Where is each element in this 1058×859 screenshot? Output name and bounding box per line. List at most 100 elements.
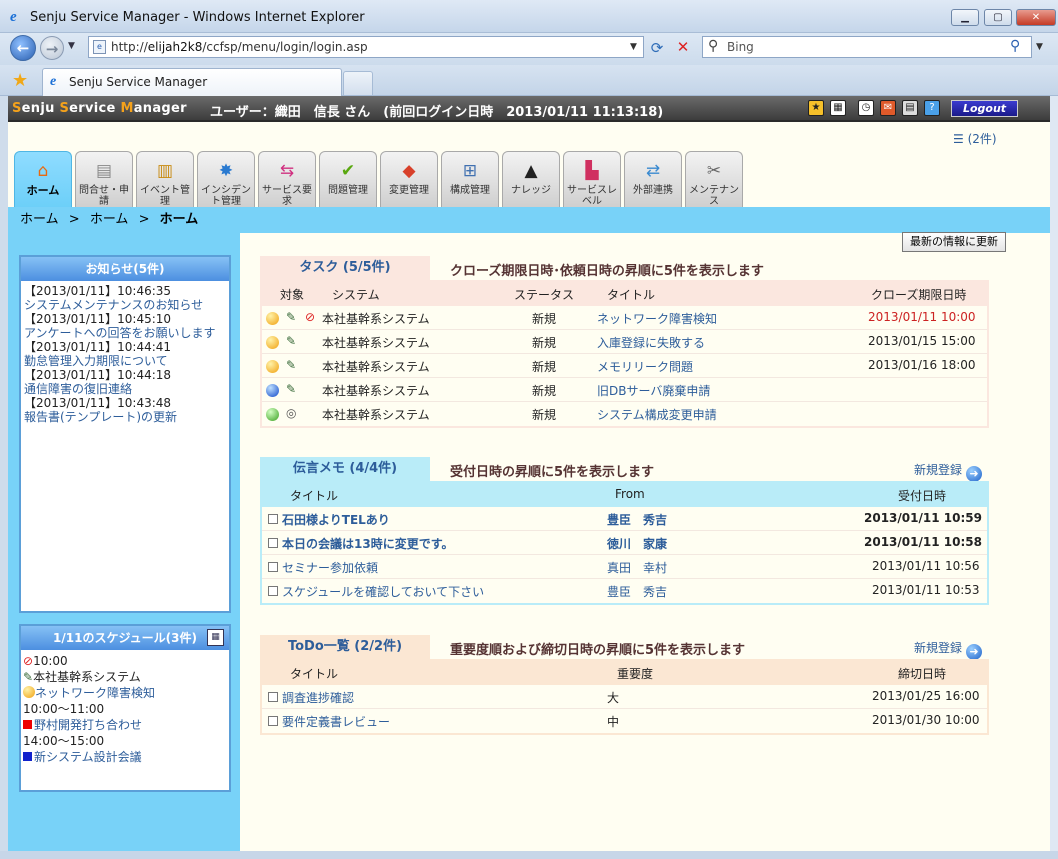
tab-service-level[interactable]: ▙ サービスレベル (563, 151, 621, 207)
arrow-right-icon: ➜ (966, 466, 983, 482)
todo-new-button[interactable]: 新規登録 ➜ (914, 639, 983, 660)
row-checkbox[interactable] (268, 562, 278, 572)
table-row[interactable]: ✎ 本社基幹系システム 新規 旧DBサーバ廃棄申請 (262, 378, 987, 402)
logout-button[interactable]: Logout (951, 100, 1018, 117)
search-dropdown-icon[interactable]: ▼ (1036, 42, 1043, 52)
news-date: 【2013/01/11】10:45:10 (24, 312, 172, 326)
document-icon: ▤ (95, 161, 113, 181)
table-row[interactable]: スケジュールを確認しておいて下さい 豊臣 秀吉 2013/01/11 10:53 (262, 579, 987, 603)
refresh-icon[interactable]: ⟳ (648, 39, 666, 57)
cell-title-link[interactable]: システム構成変更申請 (597, 406, 717, 423)
favorites-star-icon[interactable]: ★ (12, 70, 28, 91)
table-row[interactable]: 石田様よりTELあり 豊臣 秀吉 2013/01/11 10:59 (262, 507, 987, 531)
clock-icon[interactable]: ◷ (858, 100, 874, 116)
memo-tab[interactable]: 伝言メモ (4/4件) (260, 457, 430, 481)
refresh-info-button[interactable]: 最新の情報に更新 (902, 232, 1006, 252)
cell-title-link[interactable]: セミナー参加依頼 (282, 559, 378, 576)
address-toolbar: ← → ▼ http://elijah2k8/ccfsp/menu/login/… (0, 33, 1058, 65)
row-checkbox[interactable] (268, 514, 278, 524)
book-icon[interactable]: ▤ (902, 100, 918, 116)
pencil-icon: ✎ (286, 334, 297, 348)
new-tab-button[interactable] (343, 71, 373, 95)
cell-title-link[interactable]: メモリリーク問題 (597, 358, 693, 375)
news-link[interactable]: システムメンテナンスのお知らせ (21, 298, 229, 312)
close-button[interactable]: ✕ (1016, 9, 1056, 26)
overdue-icon: ⊘ (305, 310, 316, 324)
cell-from: 徳川 家康 (607, 537, 668, 551)
table-row[interactable]: ✎ 本社基幹系システム 新規 メモリリーク問題 2013/01/16 18:00 (262, 354, 987, 378)
schedule-item[interactable]: 野村開発打ち合わせ (21, 717, 229, 733)
cell-title-link[interactable]: 調査進捗確認 (282, 689, 354, 706)
calendar-icon[interactable]: ▦ (207, 629, 224, 646)
breadcrumb-item[interactable]: ホーム (90, 212, 129, 227)
calendar-icon[interactable]: ▦ (830, 100, 846, 116)
notification-count[interactable]: ☰ (2件) (953, 130, 997, 147)
tab-external-link[interactable]: ⇄ 外部連携 (624, 151, 682, 207)
cell-status: 新規 (532, 312, 557, 326)
cell-title-link[interactable]: 入庫登録に失敗する (597, 334, 705, 351)
search-icon[interactable]: ⚲ (1010, 38, 1020, 54)
tasks-tab[interactable]: タスク (5/5件) (260, 256, 430, 280)
news-link[interactable]: アンケートへの回答をお願いします (21, 326, 229, 340)
tab-incident[interactable]: ✸ インシデント管理 (197, 151, 255, 207)
tab-event[interactable]: ▥ イベント管理 (136, 151, 194, 207)
cell-title-link[interactable]: ネットワーク障害検知 (597, 310, 717, 327)
stop-icon[interactable]: ✕ (674, 38, 692, 56)
forward-button[interactable]: → (40, 36, 64, 60)
history-dropdown-icon[interactable]: ▼ (68, 41, 75, 51)
cell-title-link[interactable]: 石田様よりTELあり (282, 511, 390, 528)
breadcrumb-item[interactable]: ホーム (20, 212, 59, 227)
browser-tab-active[interactable]: Senju Service Manager (42, 68, 342, 96)
cell-title-link[interactable]: 旧DBサーバ廃棄申請 (597, 382, 710, 399)
tab-home[interactable]: ⌂ ホーム (14, 151, 72, 208)
col-priority: 重要度 (617, 667, 654, 681)
address-bar[interactable]: http://elijah2k8/ccfsp/menu/login/login.… (88, 36, 644, 58)
tab-change[interactable]: ◆ 変更管理 (380, 151, 438, 207)
back-button[interactable]: ← (10, 35, 36, 61)
table-row[interactable]: 本日の会議は13時に変更です。 徳川 家康 2013/01/11 10:58 (262, 531, 987, 555)
arrow-right-icon: ➜ (966, 644, 983, 660)
table-row[interactable]: ✎ ⊘ 本社基幹系システム 新規 ネットワーク障害検知 2013/01/11 1… (262, 306, 987, 330)
table-row[interactable]: ◎ 本社基幹系システム 新規 システム構成変更申請 (262, 402, 987, 426)
table-row[interactable]: 要件定義書レビュー 中 2013/01/30 10:00 (262, 709, 987, 733)
status-orange-icon (266, 336, 279, 349)
vertical-scrollbar[interactable] (1050, 96, 1058, 851)
cell-title-link[interactable]: 本日の会議は13時に変更です。 (282, 535, 454, 552)
todo-table: タイトル 重要度 締切日時 調査進捗確認 大 2013/01/25 16:00 … (260, 659, 989, 735)
mail-icon[interactable]: ✉ (880, 100, 896, 116)
search-input[interactable]: Bing (702, 36, 1032, 58)
row-checkbox[interactable] (268, 538, 278, 548)
news-title: お知らせ(5件) (21, 257, 229, 281)
row-checkbox[interactable] (268, 716, 278, 726)
news-link[interactable]: 通信障害の復旧連絡 (21, 382, 229, 396)
row-checkbox[interactable] (268, 692, 278, 702)
tools-icon: ✂ (706, 161, 722, 181)
minimize-button[interactable]: ▁ (951, 9, 979, 26)
tab-knowledge[interactable]: ▲ ナレッジ (502, 151, 560, 207)
news-link[interactable]: 報告書(テンプレート)の更新 (21, 410, 229, 424)
schedule-item[interactable]: ネットワーク障害検知 (21, 685, 229, 701)
maximize-button[interactable]: ▢ (984, 9, 1012, 26)
memo-new-button[interactable]: 新規登録 ➜ (914, 461, 983, 482)
tab-maintenance[interactable]: ✂ メンテナンス (685, 151, 743, 207)
tab-label: 外部連携 (633, 185, 673, 196)
cell-date: 2013/01/11 10:53 (872, 583, 980, 597)
tab-problem[interactable]: ✔ 問題管理 (319, 151, 377, 207)
help-icon[interactable]: ? (924, 100, 940, 116)
table-row[interactable]: ✎ 本社基幹系システム 新規 入庫登録に失敗する 2013/01/15 15:0… (262, 330, 987, 354)
cell-title-link[interactable]: 要件定義書レビュー (282, 713, 390, 730)
status-orange-icon (266, 360, 279, 373)
table-row[interactable]: セミナー参加依頼 真田 幸村 2013/01/11 10:56 (262, 555, 987, 579)
favorite-icon[interactable]: ★ (808, 100, 824, 116)
row-checkbox[interactable] (268, 586, 278, 596)
news-link[interactable]: 勤怠管理入力期限について (21, 354, 229, 368)
schedule-item[interactable]: 新システム設計会議 (21, 749, 229, 765)
address-dropdown-icon[interactable]: ▼ (630, 42, 637, 52)
tab-service-request[interactable]: ⇆ サービス要求 (258, 151, 316, 207)
tab-configuration[interactable]: ⊞ 構成管理 (441, 151, 499, 207)
cell-title-link[interactable]: スケジュールを確認しておいて下さい (282, 583, 484, 600)
table-row[interactable]: 調査進捗確認 大 2013/01/25 16:00 (262, 685, 987, 709)
schedule-system-label: 本社基幹系システム (33, 670, 141, 684)
todo-tab[interactable]: ToDo一覧 (2/2件) (260, 635, 430, 659)
tab-inquiry[interactable]: ▤ 問合せ・申請 (75, 151, 133, 207)
